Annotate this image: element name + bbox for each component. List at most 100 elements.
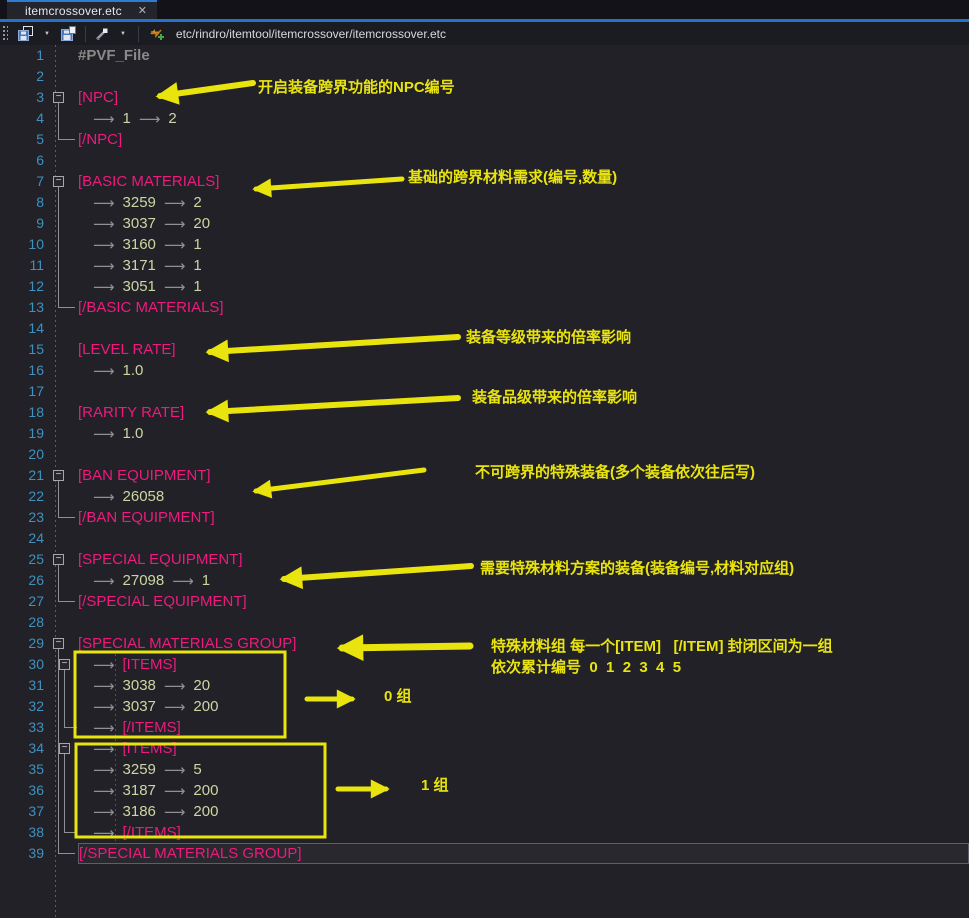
code-line[interactable]: 35⟶3259⟶5 (0, 759, 969, 780)
save-as-button[interactable] (58, 24, 79, 43)
code-line[interactable]: 16⟶1.0 (0, 360, 969, 381)
code-text[interactable]: [/BAN EQUIPMENT] (78, 507, 969, 528)
code-line[interactable]: 19⟶1.0 (0, 423, 969, 444)
code-text[interactable]: ⟶3160⟶1 (78, 234, 969, 255)
code-line[interactable]: 21−[BAN EQUIPMENT] (0, 465, 969, 486)
tool-options-button[interactable]: ▼ (114, 30, 132, 38)
code-text[interactable]: ⟶[/ITEMS] (78, 822, 969, 843)
code-text[interactable]: ⟶1.0 (78, 423, 969, 444)
code-line[interactable]: 27[/SPECIAL EQUIPMENT] (0, 591, 969, 612)
fold-gutter (53, 360, 78, 381)
code-text[interactable]: [NPC] (78, 87, 969, 108)
add-node-button[interactable] (145, 24, 167, 43)
code-line[interactable]: 3−[NPC] (0, 87, 969, 108)
code-text[interactable]: ⟶3171⟶1 (78, 255, 969, 276)
code-text[interactable]: [/NPC] (78, 129, 969, 150)
code-text[interactable]: ⟶3038⟶20 (78, 675, 969, 696)
code-line[interactable]: 30−⟶[ITEMS] (0, 654, 969, 675)
code-line[interactable]: 10⟶3160⟶1 (0, 234, 969, 255)
code-text[interactable]: [/BASIC MATERIALS] (78, 297, 969, 318)
code-text[interactable]: ⟶3186⟶200 (78, 801, 969, 822)
code-line[interactable]: 1#PVF_File (0, 45, 969, 66)
code-line[interactable]: 28 (0, 612, 969, 633)
code-text[interactable]: ⟶[/ITEMS] (78, 717, 969, 738)
code-line[interactable]: 5[/NPC] (0, 129, 969, 150)
fold-toggle-icon[interactable]: − (53, 470, 64, 481)
code-line[interactable]: 34−⟶[ITEMS] (0, 738, 969, 759)
code-text[interactable]: [SPECIAL EQUIPMENT] (78, 549, 969, 570)
code-line[interactable]: 14 (0, 318, 969, 339)
code-text[interactable] (78, 66, 969, 87)
code-text[interactable]: ⟶3259⟶5 (78, 759, 969, 780)
fold-toggle-icon[interactable]: − (59, 743, 70, 754)
code-line[interactable]: 24 (0, 528, 969, 549)
fold-toggle-icon[interactable]: − (53, 638, 64, 649)
code-line[interactable]: 36⟶3187⟶200 (0, 780, 969, 801)
fold-toggle-icon[interactable]: − (59, 659, 70, 670)
code-line[interactable]: 38⟶[/ITEMS] (0, 822, 969, 843)
toolbar-grip-handle[interactable] (2, 25, 8, 42)
code-line[interactable]: 17 (0, 381, 969, 402)
save-button[interactable] (15, 24, 36, 43)
code-text[interactable]: [LEVEL RATE] (78, 339, 969, 360)
code-line[interactable]: 33⟶[/ITEMS] (0, 717, 969, 738)
code-text[interactable]: ⟶[ITEMS] (78, 738, 969, 759)
save-options-button[interactable]: ▼ (38, 30, 56, 38)
toolbar-separator (85, 26, 86, 42)
code-line[interactable]: 12⟶3051⟶1 (0, 276, 969, 297)
code-line[interactable]: 31⟶3038⟶20 (0, 675, 969, 696)
code-text[interactable] (78, 444, 969, 465)
code-line[interactable]: 11⟶3171⟶1 (0, 255, 969, 276)
code-text[interactable]: [/SPECIAL EQUIPMENT] (78, 591, 969, 612)
code-line[interactable]: 26⟶27098⟶1 (0, 570, 969, 591)
code-line[interactable]: 15[LEVEL RATE] (0, 339, 969, 360)
code-text[interactable]: ⟶1.0 (78, 360, 969, 381)
tab-itemcrossover[interactable]: itemcrossover.etc ✕ (7, 0, 157, 19)
code-text[interactable]: ⟶[ITEMS] (78, 654, 969, 675)
code-text[interactable] (78, 318, 969, 339)
code-line[interactable]: 9⟶3037⟶20 (0, 213, 969, 234)
code-text[interactable]: ⟶26058 (78, 486, 969, 507)
code-token: ⟶ (93, 719, 115, 737)
code-line[interactable]: 22⟶26058 (0, 486, 969, 507)
code-line[interactable]: 39[/SPECIAL MATERIALS GROUP] (0, 843, 969, 864)
code-line[interactable]: 13[/BASIC MATERIALS] (0, 297, 969, 318)
code-text[interactable]: ⟶3037⟶200 (78, 696, 969, 717)
code-line[interactable]: 23[/BAN EQUIPMENT] (0, 507, 969, 528)
code-line[interactable]: 4⟶1⟶2 (0, 108, 969, 129)
fold-toggle-icon[interactable]: − (53, 92, 64, 103)
code-line[interactable]: 18[RARITY RATE] (0, 402, 969, 423)
code-line[interactable]: 7−[BASIC MATERIALS] (0, 171, 969, 192)
code-text[interactable]: ⟶1⟶2 (78, 108, 969, 129)
code-text[interactable]: ⟶3259⟶2 (78, 192, 969, 213)
code-text[interactable] (78, 612, 969, 633)
code-token: ⟶ (164, 761, 186, 779)
code-text[interactable]: [BASIC MATERIALS] (78, 171, 969, 192)
code-text[interactable]: ⟶3037⟶20 (78, 213, 969, 234)
code-line[interactable]: 32⟶3037⟶200 (0, 696, 969, 717)
code-line[interactable]: 2 (0, 66, 969, 87)
code-text[interactable]: [BAN EQUIPMENT] (78, 465, 969, 486)
code-text[interactable]: ⟶3187⟶200 (78, 780, 969, 801)
code-text[interactable]: [RARITY RATE] (78, 402, 969, 423)
fold-toggle-icon[interactable]: − (53, 176, 64, 187)
code-text[interactable] (78, 150, 969, 171)
code-line[interactable]: 8⟶3259⟶2 (0, 192, 969, 213)
code-line[interactable]: 20 (0, 444, 969, 465)
code-line[interactable]: 29−[SPECIAL MATERIALS GROUP] (0, 633, 969, 654)
code-token: ⟶ (93, 824, 115, 842)
fold-toggle-icon[interactable]: − (53, 554, 64, 565)
code-line[interactable]: 6 (0, 150, 969, 171)
code-text[interactable]: ⟶3051⟶1 (78, 276, 969, 297)
code-text[interactable] (78, 381, 969, 402)
code-line[interactable]: 37⟶3186⟶200 (0, 801, 969, 822)
tool-button[interactable] (92, 25, 112, 43)
code-text[interactable]: [SPECIAL MATERIALS GROUP] (78, 633, 969, 654)
code-editor[interactable]: 1#PVF_File23−[NPC]4⟶1⟶25[/NPC]67−[BASIC … (0, 45, 969, 918)
code-text[interactable]: ⟶27098⟶1 (78, 570, 969, 591)
code-text[interactable] (78, 528, 969, 549)
code-text[interactable]: [/SPECIAL MATERIALS GROUP] (78, 843, 969, 864)
close-icon[interactable]: ✕ (138, 4, 147, 17)
code-line[interactable]: 25−[SPECIAL EQUIPMENT] (0, 549, 969, 570)
code-text[interactable]: #PVF_File (78, 45, 969, 66)
